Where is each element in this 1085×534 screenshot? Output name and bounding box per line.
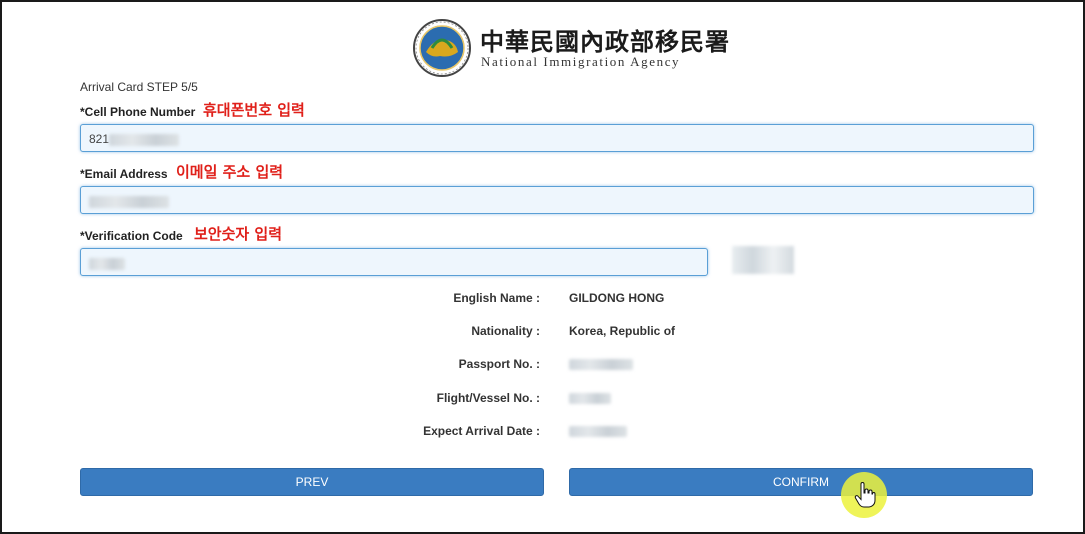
nationality-row: Nationality : Korea, Republic of — [302, 324, 802, 340]
email-label: *Email Address — [80, 167, 168, 181]
email-value-redacted — [89, 195, 169, 208]
phone-value-prefix: 821 — [89, 132, 110, 146]
flight-value-redacted — [569, 391, 611, 405]
arrival-date-label: Expect Arrival Date : — [423, 424, 540, 438]
passport-value-redacted — [569, 357, 633, 371]
english-name-value: GILDONG HONG — [569, 291, 665, 305]
arrival-date-row: Expect Arrival Date : — [302, 424, 802, 440]
hand-pointer-icon — [854, 482, 876, 508]
phone-value-redacted — [109, 133, 180, 146]
step-indicator: Arrival Card STEP 5/5 — [80, 80, 198, 94]
passport-label: Passport No. : — [458, 357, 540, 371]
flight-row: Flight/Vessel No. : — [302, 391, 802, 407]
captcha-image — [732, 246, 794, 274]
phone-annotation: 휴대폰번호 입력 — [203, 101, 305, 119]
english-name-row: English Name : GILDONG HONG — [302, 291, 802, 307]
phone-input[interactable]: 821 — [80, 124, 1034, 152]
header: 中華民國內政部移民署 National Immigration Agency — [412, 16, 729, 77]
passport-row: Passport No. : — [302, 357, 802, 373]
page-frame: 中華民國內政部移民署 National Immigration Agency A… — [0, 0, 1085, 534]
arrival-date-value-redacted — [569, 424, 627, 438]
agency-logo-icon — [413, 19, 471, 77]
english-name-label: English Name : — [453, 291, 540, 305]
confirm-button[interactable]: CONFIRM — [569, 468, 1033, 496]
phone-label: *Cell Phone Number — [80, 105, 196, 119]
verification-annotation: 보안숫자 입력 — [194, 225, 283, 243]
prev-button[interactable]: PREV — [80, 468, 544, 496]
verification-label: *Verification Code — [80, 229, 183, 243]
verification-value-redacted — [89, 257, 125, 270]
email-input[interactable] — [80, 186, 1034, 214]
nationality-value: Korea, Republic of — [569, 324, 676, 338]
agency-name-english: National Immigration Agency — [481, 54, 681, 69]
nationality-label: Nationality : — [471, 324, 540, 338]
flight-label: Flight/Vessel No. : — [436, 391, 540, 405]
verification-code-input[interactable] — [80, 248, 708, 276]
email-annotation: 이메일 주소 입력 — [176, 163, 284, 181]
agency-name-chinese: 中華民國內政部移民署 — [480, 27, 730, 56]
